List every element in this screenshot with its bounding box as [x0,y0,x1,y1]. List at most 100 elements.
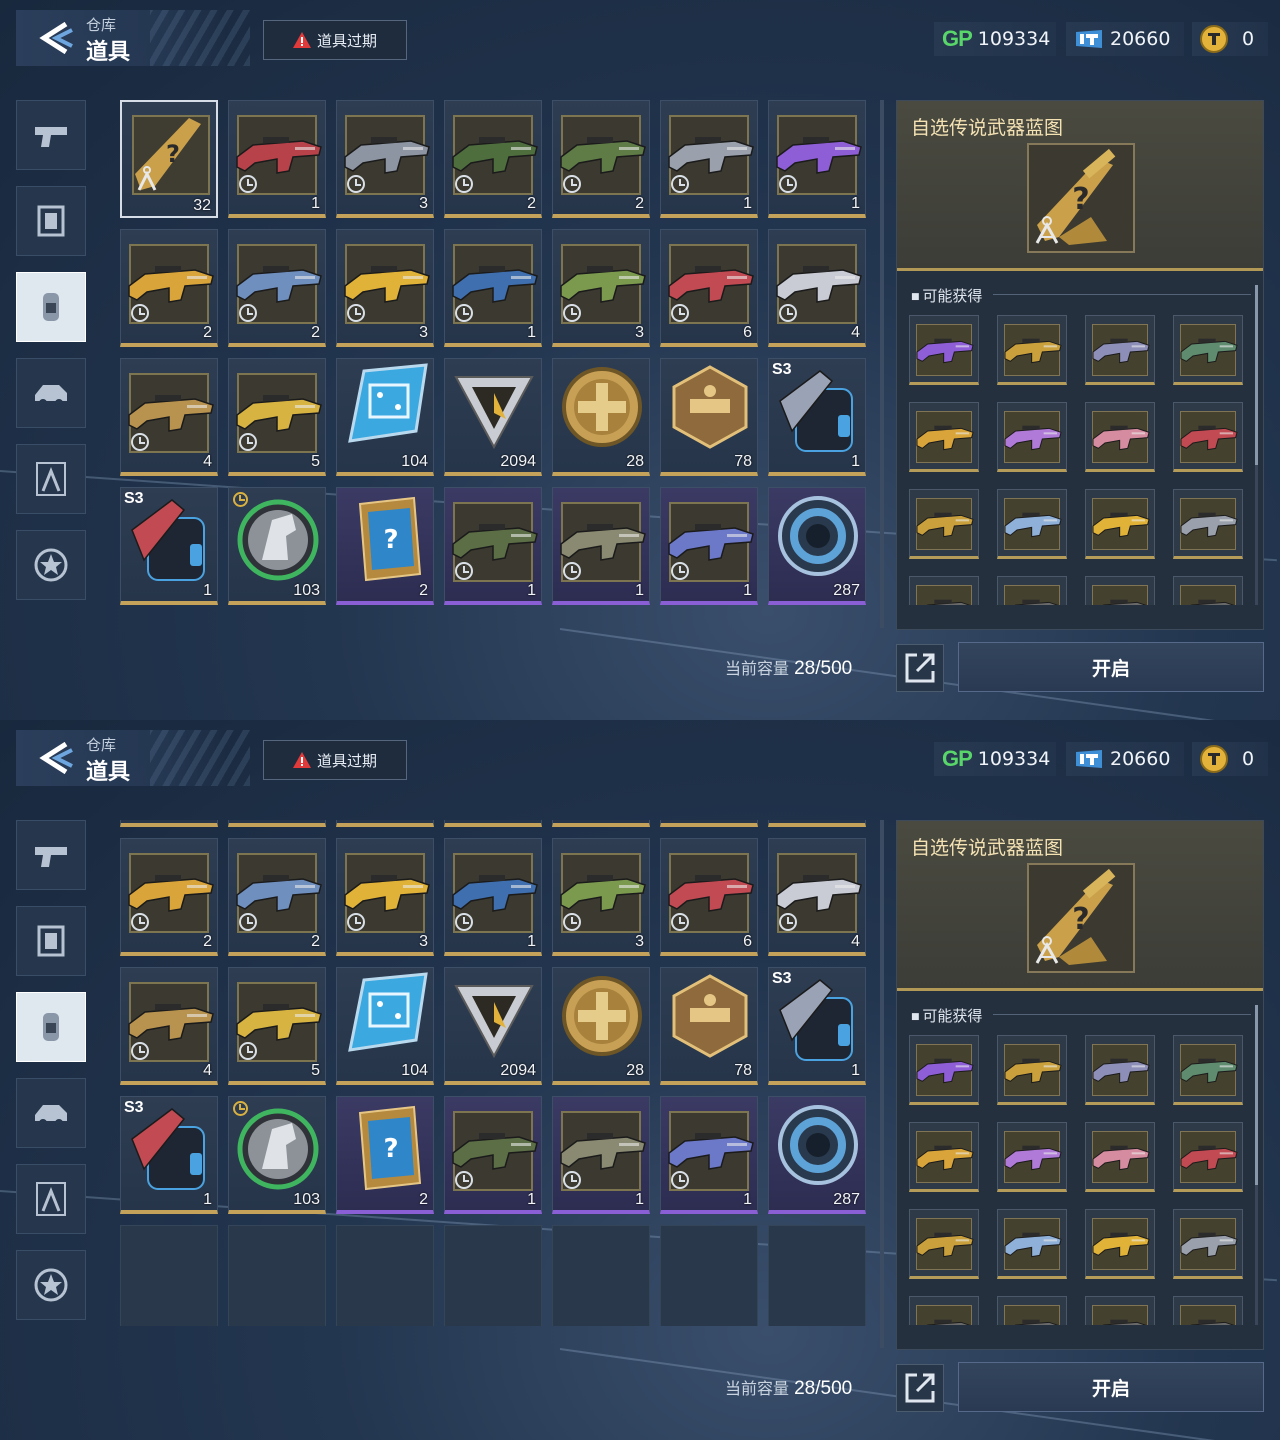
inventory-item[interactable]: S3 1 [120,1096,218,1214]
inventory-item[interactable]: 1 [660,820,758,827]
inventory-item[interactable]: 1 [552,1096,650,1214]
inventory-item[interactable]: 1 [768,820,866,827]
inventory-item[interactable]: 4 [120,358,218,476]
rewards-scrollbar-thumb[interactable] [1255,285,1258,465]
inventory-item[interactable]: 28 [552,967,650,1085]
category-tab[interactable] [16,1250,86,1320]
possible-reward-item[interactable] [1173,1122,1243,1192]
possible-reward-item[interactable] [909,1209,979,1279]
inventory-item[interactable]: 1 [444,1096,542,1214]
possible-reward-item[interactable] [909,1296,979,1325]
grid-scrollbar[interactable] [880,820,884,1348]
possible-reward-item[interactable] [909,489,979,559]
possible-reward-item[interactable] [997,402,1067,472]
inventory-item[interactable]: ?32 [120,820,218,827]
inventory-item[interactable]: S3 1 [768,967,866,1085]
inventory-item[interactable]: 287 [768,487,866,605]
inventory-item[interactable]: 3 [336,229,434,347]
possible-reward-item[interactable] [909,576,979,605]
possible-reward-item[interactable] [997,315,1067,385]
inventory-item[interactable]: 1 [660,1096,758,1214]
possible-reward-item[interactable] [1173,402,1243,472]
inventory-item[interactable]: 4 [768,229,866,347]
grid-scrollbar[interactable] [880,100,884,628]
expired-items-button[interactable]: 道具过期 [263,20,407,60]
expired-items-button[interactable]: 道具过期 [263,740,407,780]
inventory-item[interactable]: 4 [768,838,866,956]
inventory-item[interactable]: 2094 [444,967,542,1085]
inventory-item[interactable]: 3 [552,229,650,347]
category-tab[interactable] [16,992,86,1062]
inventory-item[interactable]: 2 [228,229,326,347]
inventory-item[interactable]: ?32 [120,100,218,218]
inventory-item[interactable]: 1 [768,100,866,218]
inventory-item[interactable]: 2 [228,838,326,956]
possible-reward-item[interactable] [909,315,979,385]
share-button[interactable] [896,644,944,692]
category-tab[interactable] [16,820,86,890]
possible-reward-item[interactable] [1085,576,1155,605]
inventory-item[interactable]: S3 1 [768,358,866,476]
inventory-item[interactable]: 3 [336,100,434,218]
possible-reward-item[interactable] [909,402,979,472]
possible-reward-item[interactable] [997,576,1067,605]
inventory-item[interactable]: 1 [228,820,326,827]
possible-reward-item[interactable] [1173,1296,1243,1325]
category-tab[interactable] [16,186,86,256]
inventory-item[interactable]: 3 [336,820,434,827]
possible-reward-item[interactable] [1085,1209,1155,1279]
inventory-item[interactable]: 78 [660,358,758,476]
possible-reward-item[interactable] [1085,402,1155,472]
inventory-item[interactable]: 78 [660,967,758,1085]
inventory-item[interactable]: 5 [228,358,326,476]
category-tab[interactable] [16,906,86,976]
inventory-item[interactable]: 104 [336,967,434,1085]
category-tab[interactable] [16,444,86,514]
inventory-item[interactable]: 2 [444,100,542,218]
inventory-item[interactable]: ? 2 [336,1096,434,1214]
category-tab[interactable] [16,100,86,170]
inventory-item[interactable]: 103 [228,1096,326,1214]
inventory-item[interactable]: 2 [444,820,542,827]
possible-reward-item[interactable] [1173,576,1243,605]
inventory-item[interactable]: 3 [552,838,650,956]
inventory-item[interactable]: 1 [444,487,542,605]
inventory-item[interactable]: 28 [552,358,650,476]
open-button[interactable]: 开启 [958,1362,1264,1412]
possible-reward-item[interactable] [997,1209,1067,1279]
inventory-item[interactable]: 6 [660,229,758,347]
inventory-item[interactable]: ? 2 [336,487,434,605]
inventory-item[interactable]: 287 [768,1096,866,1214]
possible-reward-item[interactable] [997,1122,1067,1192]
possible-reward-item[interactable] [1173,1209,1243,1279]
inventory-item[interactable]: 2 [120,229,218,347]
possible-reward-item[interactable] [1085,1296,1155,1325]
possible-reward-item[interactable] [1173,489,1243,559]
category-tab[interactable] [16,358,86,428]
inventory-item[interactable]: 104 [336,358,434,476]
inventory-item[interactable]: 5 [228,967,326,1085]
inventory-item[interactable]: 103 [228,487,326,605]
inventory-item[interactable]: 1 [444,838,542,956]
possible-reward-item[interactable] [1173,315,1243,385]
category-tab[interactable] [16,530,86,600]
inventory-item[interactable]: 1 [552,487,650,605]
possible-reward-item[interactable] [909,1035,979,1105]
possible-reward-item[interactable] [997,489,1067,559]
inventory-item[interactable]: 4 [120,967,218,1085]
inventory-item[interactable]: 1 [660,487,758,605]
inventory-item[interactable]: 2 [552,100,650,218]
inventory-item[interactable]: 3 [336,838,434,956]
inventory-item[interactable]: 2 [120,838,218,956]
inventory-item[interactable]: 2094 [444,358,542,476]
inventory-item[interactable]: S3 1 [120,487,218,605]
possible-reward-item[interactable] [1085,1122,1155,1192]
possible-reward-item[interactable] [1085,489,1155,559]
possible-reward-item[interactable] [1173,1035,1243,1105]
open-button[interactable]: 开启 [958,642,1264,692]
possible-reward-item[interactable] [997,1035,1067,1105]
rewards-scrollbar-thumb[interactable] [1255,1005,1258,1185]
possible-reward-item[interactable] [909,1122,979,1192]
possible-reward-item[interactable] [997,1296,1067,1325]
category-tab[interactable] [16,1164,86,1234]
